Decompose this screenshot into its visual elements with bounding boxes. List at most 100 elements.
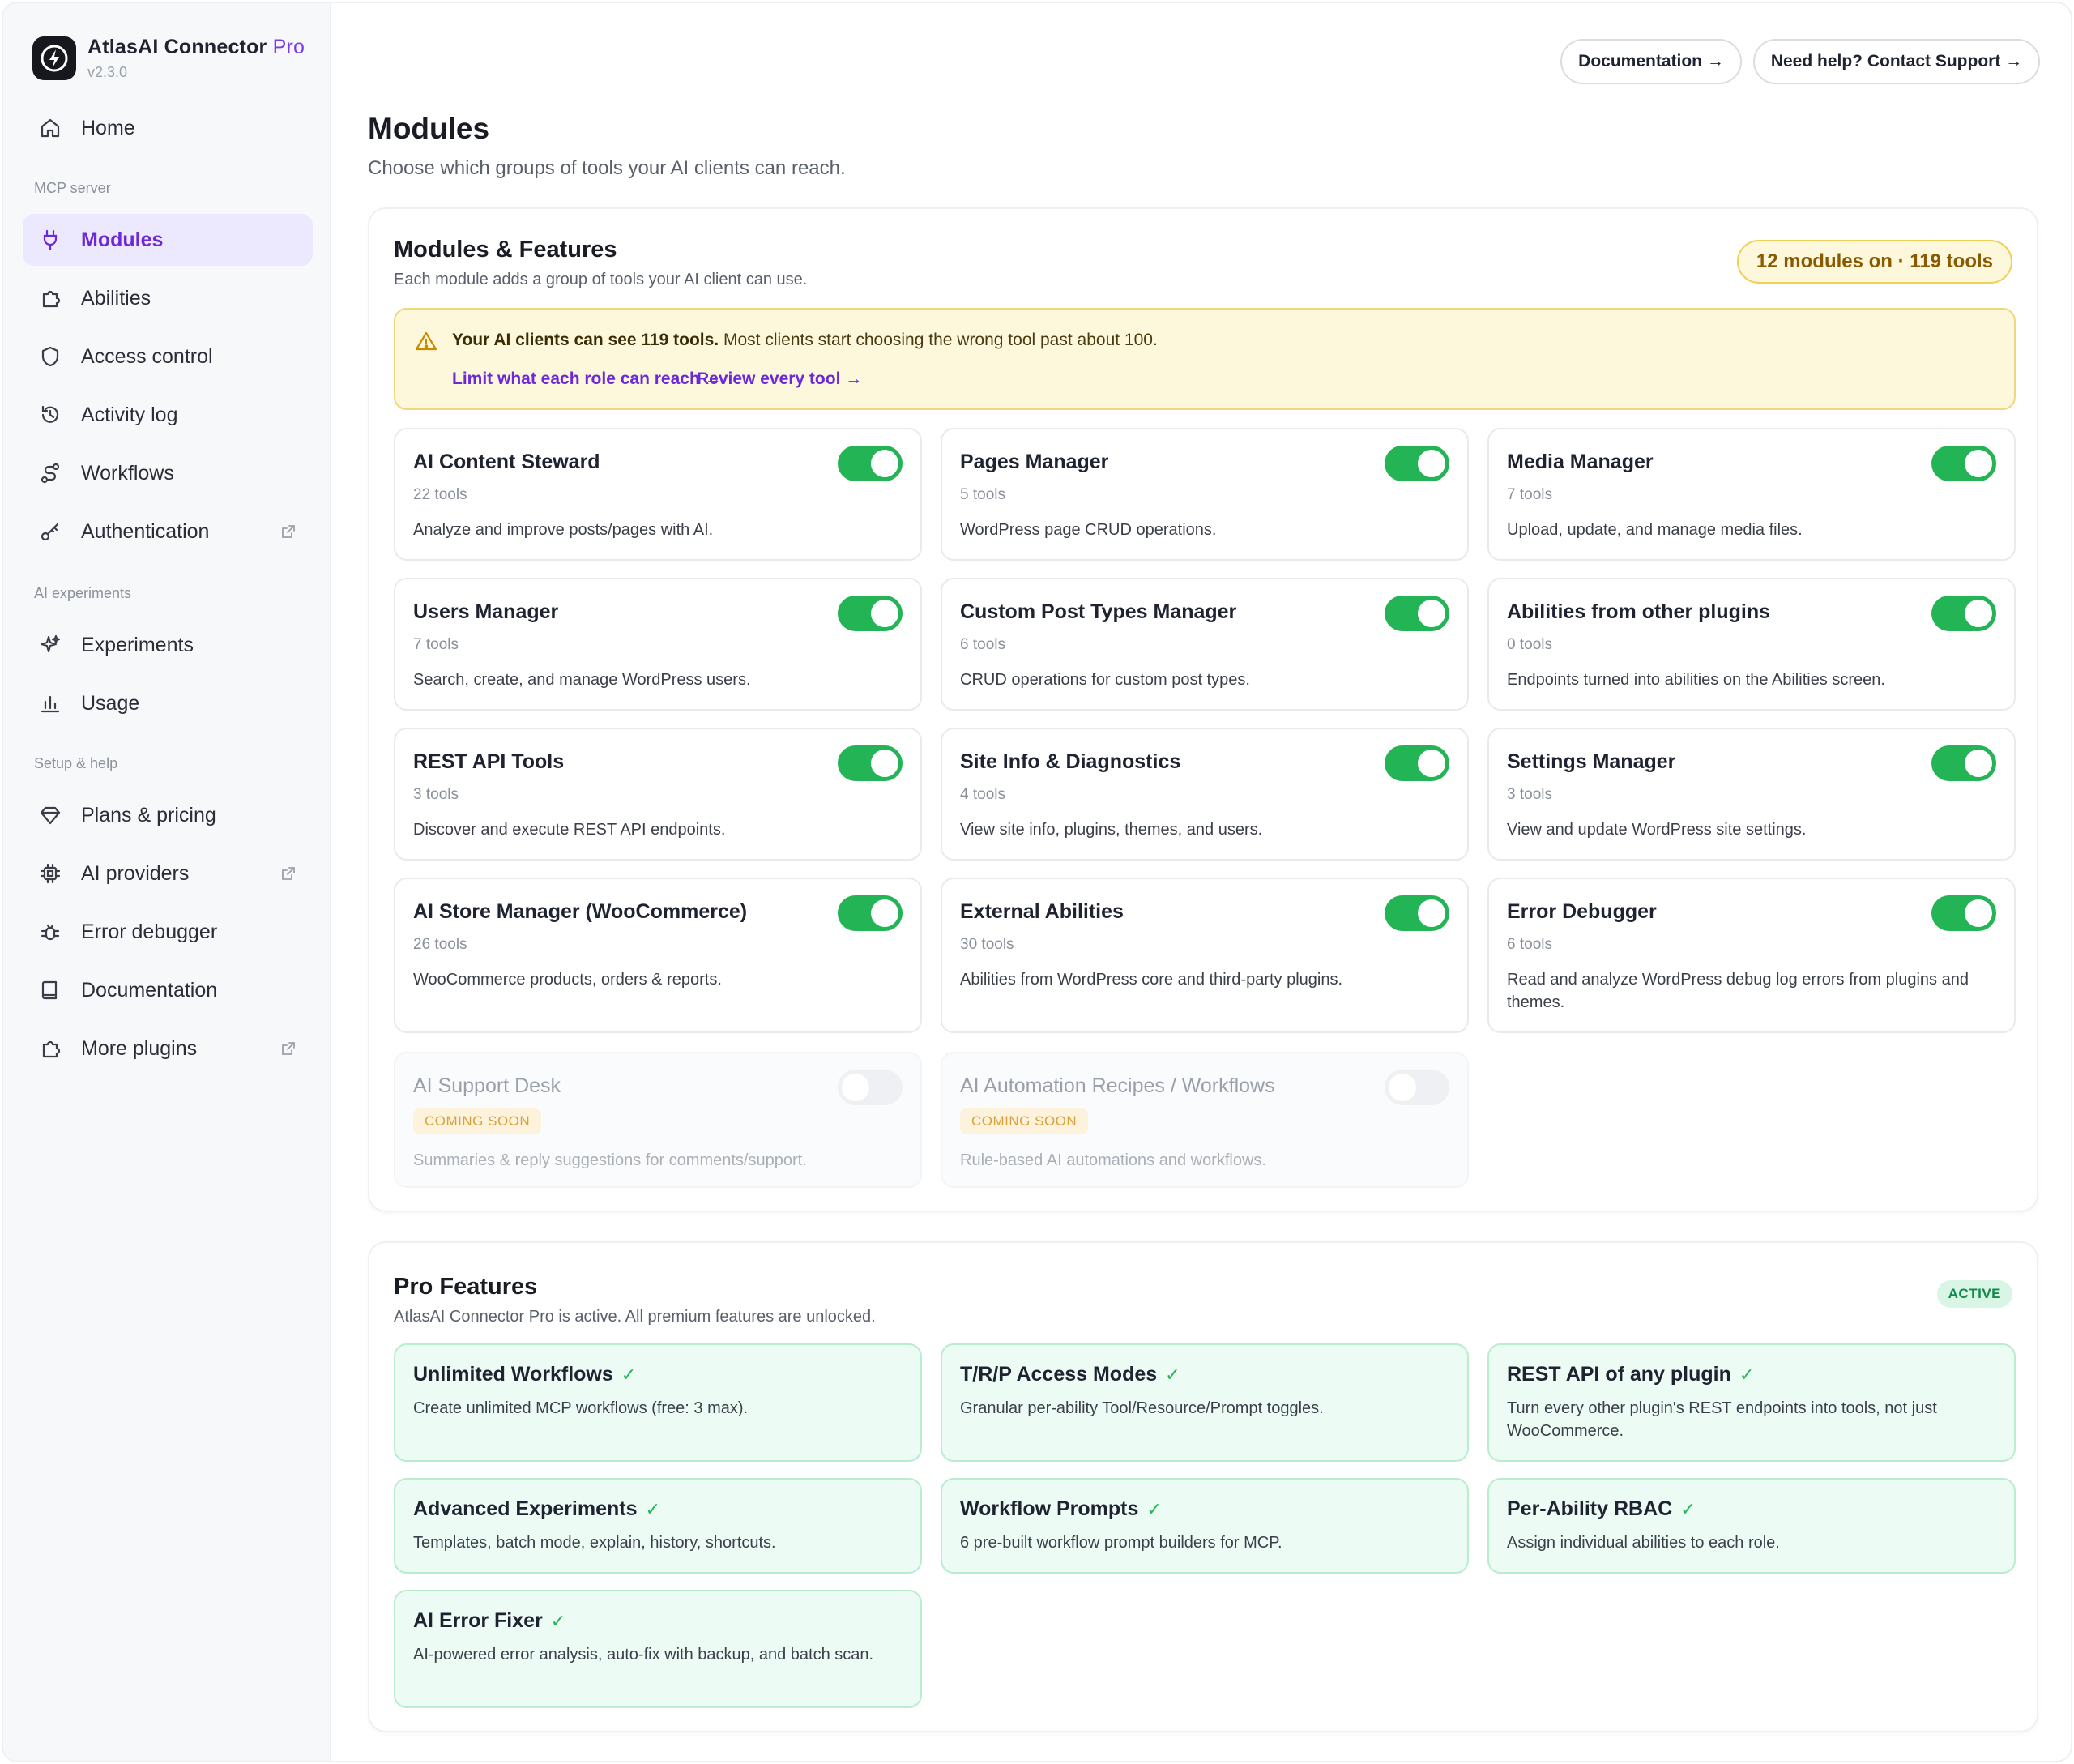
sidebar-item-experiments[interactable]: Experiments: [23, 619, 313, 671]
plug-icon: [37, 227, 63, 253]
sidebar-item-label: Access control: [81, 344, 213, 368]
sidebar-item-label: Error debugger: [81, 920, 218, 943]
check-icon: ✓: [621, 1365, 637, 1385]
sidebar-item-home[interactable]: Home: [23, 102, 313, 154]
module-title: Custom Post Types Manager: [960, 600, 1237, 623]
module-toggle-disabled: [1385, 1070, 1449, 1105]
documentation-button[interactable]: Documentation →: [1560, 39, 1742, 84]
sidebar-item-access-control[interactable]: Access control: [23, 331, 313, 382]
sidebar-item-abilities[interactable]: Abilities: [23, 272, 313, 324]
module-toggle[interactable]: [1385, 895, 1449, 931]
module-card: REST API Tools 3 tools Discover and exec…: [394, 728, 922, 861]
module-card: External Abilities 30 tools Abilities fr…: [941, 878, 1469, 1033]
sidebar-item-more-plugins[interactable]: More plugins: [23, 1023, 313, 1074]
sidebar-item-usage[interactable]: Usage: [23, 677, 313, 729]
module-tool-count: 22 tools: [413, 486, 467, 503]
module-tool-count: 7 tools: [1507, 486, 1552, 503]
module-toggle[interactable]: [1385, 446, 1449, 481]
sidebar-item-label: Home: [81, 116, 135, 139]
module-description: Endpoints turned into abilities on the A…: [1507, 671, 1885, 689]
cpu-icon: [37, 861, 63, 886]
sidebar-item-authentication[interactable]: Authentication: [23, 506, 313, 557]
module-toggle-disabled: [838, 1070, 903, 1105]
module-toggle[interactable]: [1385, 745, 1449, 781]
module-description: Upload, update, and manage media files.: [1507, 521, 1803, 539]
sidebar-item-plans-pricing[interactable]: Plans & pricing: [23, 789, 313, 841]
module-description: Summaries & reply suggestions for commen…: [413, 1151, 807, 1169]
feature-description: Granular per-ability Tool/Resource/Promp…: [960, 1399, 1324, 1417]
limit-role-access-link[interactable]: Limit what each role can reach →: [452, 369, 722, 389]
module-tool-count: 26 tools: [413, 936, 467, 953]
contact-support-button[interactable]: Need help? Contact Support →: [1753, 39, 2040, 84]
sidebar-item-label: AI providers: [81, 861, 190, 885]
module-count-badge: 12 modules on · 119 tools: [1736, 240, 2012, 284]
pro-feature-card: Unlimited Workflows ✓ Create unlimited MC…: [394, 1343, 922, 1462]
module-title: Settings Manager: [1507, 750, 1676, 773]
module-toggle[interactable]: [1931, 895, 1996, 931]
panel-title: Pro Features: [394, 1274, 538, 1300]
module-card-coming-soon: AI Support Desk COMING SOON Summaries & …: [394, 1052, 922, 1188]
sidebar-item-ai-providers[interactable]: AI providers: [23, 848, 313, 899]
module-toggle[interactable]: [1931, 446, 1996, 481]
module-tool-count: 4 tools: [960, 786, 1005, 803]
bar-chart-icon: [37, 690, 63, 716]
module-toggle[interactable]: [838, 745, 903, 781]
sidebar-item-documentation[interactable]: Documentation: [23, 964, 313, 1016]
pro-feature-card: T/R/P Access Modes ✓ Granular per-ability…: [941, 1343, 1469, 1462]
module-toggle[interactable]: [1931, 596, 1996, 631]
module-toggle[interactable]: [1385, 596, 1449, 631]
sidebar-item-label: Experiments: [81, 633, 194, 656]
module-toggle[interactable]: [838, 895, 903, 931]
module-title: Error Debugger: [1507, 900, 1657, 923]
sidebar-item-label: More plugins: [81, 1036, 198, 1060]
sidebar-item-modules[interactable]: Modules: [23, 214, 313, 266]
module-title: AI Automation Recipes / Workflows: [960, 1074, 1275, 1097]
pro-feature-card: Advanced Experiments ✓ Templates, batch m…: [394, 1478, 922, 1574]
sidebar-item-error-debugger[interactable]: Error debugger: [23, 906, 313, 958]
sidebar-item-activity-log[interactable]: Activity log: [23, 389, 313, 441]
feature-title: Advanced Experiments: [413, 1497, 638, 1520]
module-tool-count: 7 tools: [413, 636, 459, 653]
review-tools-link[interactable]: Review every tool →: [697, 369, 862, 389]
sidebar-item-label: Usage: [81, 691, 140, 715]
external-link-icon: [280, 522, 297, 545]
pro-feature-card: Workflow Prompts ✓ 6 pre-built workflow p…: [941, 1478, 1469, 1574]
module-card: Custom Post Types Manager 6 tools CRUD o…: [941, 578, 1469, 711]
module-toggle[interactable]: [838, 596, 903, 631]
module-description: Abilities from WordPress core and third-…: [960, 971, 1343, 989]
puzzle-icon: [37, 1036, 63, 1061]
external-link-icon: [280, 864, 297, 887]
module-title: Media Manager: [1507, 451, 1654, 473]
sidebar-item-label: Plans & pricing: [81, 803, 216, 826]
module-description: View site info, plugins, themes, and use…: [960, 821, 1263, 839]
module-card: Error Debugger 6 tools Read and analyze …: [1487, 878, 2016, 1033]
module-description: Rule-based AI automations and workflows.: [960, 1151, 1266, 1169]
external-link-icon: [280, 1039, 297, 1062]
sidebar-item-label: Abilities: [81, 286, 151, 310]
module-tool-count: 5 tools: [960, 486, 1005, 503]
module-title: Pages Manager: [960, 451, 1109, 473]
feature-description: AI-powered error analysis, auto-fix with…: [413, 1646, 874, 1664]
check-icon: ✓: [1680, 1499, 1696, 1519]
app-window: AtlasAI Connector Pro v2.3.0 Home MCP se…: [2, 2, 2072, 1762]
check-icon: ✓: [1146, 1499, 1162, 1519]
panel-subtitle: AtlasAI Connector Pro is active. All pre…: [394, 1308, 876, 1326]
feature-title: AI Error Fixer: [413, 1609, 543, 1632]
module-toggle[interactable]: [838, 446, 903, 481]
feature-title: REST API of any plugin: [1507, 1363, 1731, 1386]
check-icon: ✓: [1739, 1365, 1755, 1385]
module-card: Media Manager 7 tools Upload, update, an…: [1487, 428, 2016, 561]
nav-section-mcp: MCP server: [34, 180, 111, 196]
module-tool-count: 3 tools: [1507, 786, 1552, 803]
bug-icon: [37, 919, 63, 945]
modules-panel: Modules & Features Each module adds a gr…: [368, 207, 2038, 1212]
module-toggle[interactable]: [1931, 745, 1996, 781]
page-title: Modules: [368, 112, 490, 145]
sidebar-item-workflows[interactable]: Workflows: [23, 447, 313, 499]
module-card: Abilities from other plugins 0 tools End…: [1487, 578, 2016, 711]
tool-count-warning: Your AI clients can see 119 tools. Most …: [394, 308, 2016, 410]
module-card: AI Content Steward 22 tools Analyze and …: [394, 428, 922, 561]
module-title: REST API Tools: [413, 750, 565, 773]
pro-feature-card: Per-Ability RBAC ✓ Assign individual abil…: [1487, 1478, 2016, 1574]
brand[interactable]: AtlasAI Connector Pro v2.3.0: [32, 36, 305, 81]
